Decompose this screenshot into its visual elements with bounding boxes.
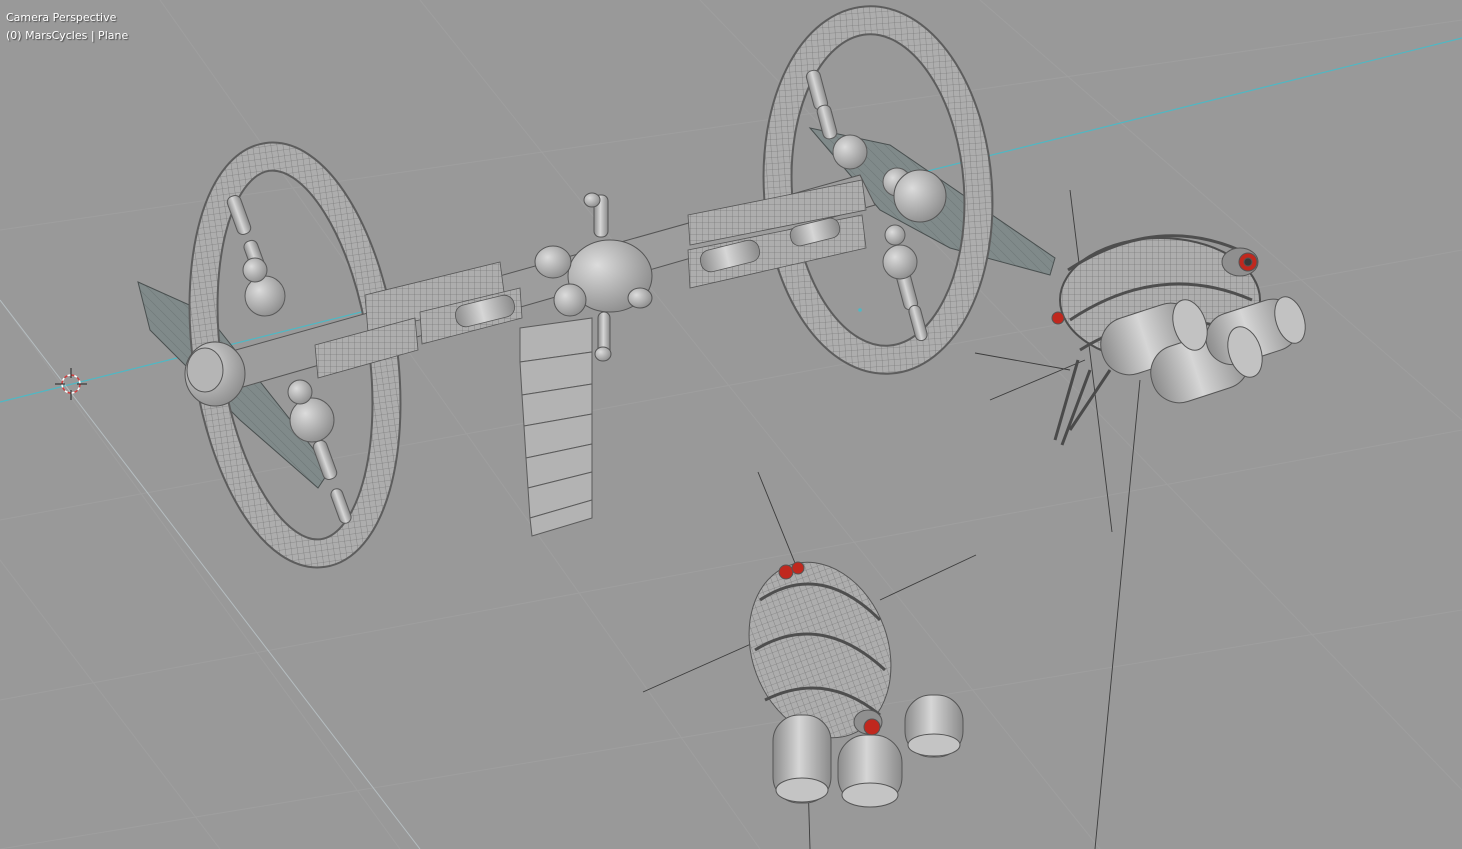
viewport-scene[interactable] bbox=[0, 0, 1462, 849]
object-origin-dot bbox=[858, 308, 862, 312]
space-station[interactable] bbox=[137, 5, 1056, 569]
radiator-column bbox=[519, 317, 593, 537]
end-hub-left bbox=[184, 341, 246, 407]
thruster-red-bottom bbox=[863, 718, 881, 736]
3d-viewport[interactable]: Camera Perspective (0) MarsCycles | Plan… bbox=[0, 0, 1462, 849]
mars-cycler-bottom[interactable] bbox=[725, 542, 964, 808]
mars-cycler-right[interactable] bbox=[1051, 234, 1311, 446]
end-hub-right bbox=[893, 169, 947, 223]
